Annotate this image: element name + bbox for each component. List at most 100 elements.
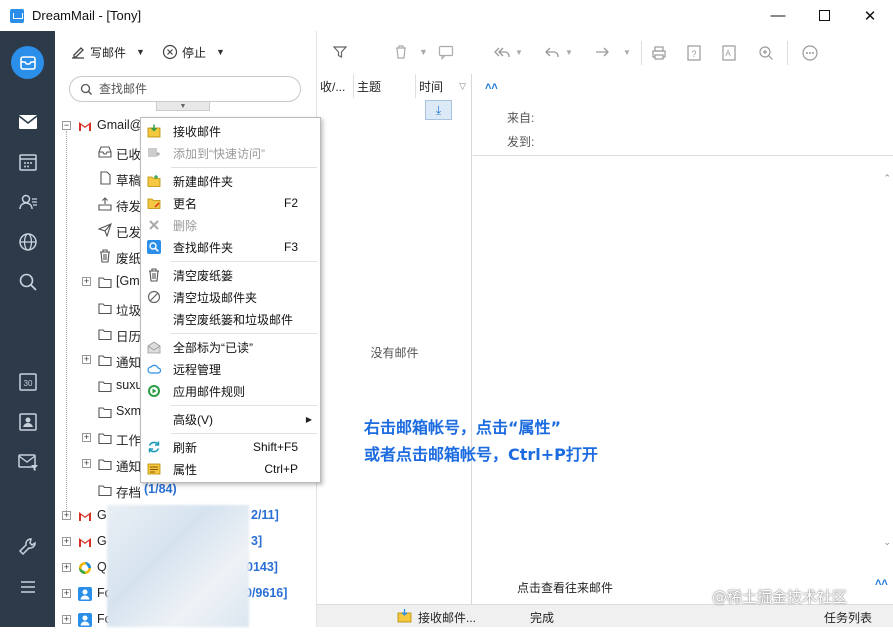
menu-empty-trash[interactable]: 清空废纸篓 — [141, 264, 320, 286]
expand-icon[interactable]: + — [62, 511, 71, 520]
folder-icon — [98, 381, 112, 393]
stop-icon — [162, 44, 178, 60]
menu-empty-spam[interactable]: 清空垃圾邮件夹 — [141, 286, 320, 308]
minimize-button[interactable]: — — [755, 0, 801, 31]
menu-new-folder[interactable]: 新建邮件夹 — [141, 170, 320, 192]
scroll-down-icon[interactable]: ⌄ — [883, 537, 891, 548]
view-source-button[interactable]: A — [718, 43, 740, 63]
menu-find-folder[interactable]: 查找邮件夹 F3 — [141, 236, 320, 258]
compose-dropdown-icon[interactable]: ▼ — [136, 47, 145, 57]
account-count: 2/11] — [251, 508, 279, 522]
to-label: 发到: — [507, 135, 535, 149]
reply-dropdown-icon[interactable]: ▼ — [565, 48, 573, 57]
collapse-icon[interactable]: − — [62, 121, 71, 130]
menu-label: 查找邮件夹 — [173, 240, 234, 255]
column-header-subject[interactable]: 主题 — [354, 74, 416, 98]
menu-rename[interactable]: 更名 F2 — [141, 192, 320, 214]
compose-button[interactable]: 写邮件 ▼ — [70, 41, 145, 63]
folder-label: [Gm — [116, 274, 140, 288]
rail-contact-card-icon[interactable] — [0, 404, 55, 440]
brand-mail-icon[interactable] — [11, 46, 44, 79]
filter-button[interactable] — [332, 41, 352, 63]
menu-separator — [171, 261, 317, 262]
menu-apply-rules[interactable]: 应用邮件规则 — [141, 380, 320, 402]
message-list[interactable]: 收/... 主题 时间 ▽ ⤓ 没有邮件 — [317, 74, 472, 604]
delete-dropdown-icon[interactable]: ▼ — [419, 47, 428, 57]
arrow-up-icon: ⤓ — [435, 102, 442, 117]
more-button[interactable] — [799, 43, 821, 63]
menu-mark-all-read[interactable]: 全部标为“已读” — [141, 336, 320, 358]
zoom-in-icon — [759, 46, 773, 60]
expand-icon[interactable]: + — [82, 433, 91, 442]
collapse-toolbar-icon[interactable]: ▼ — [156, 102, 210, 111]
print-button[interactable] — [648, 43, 670, 63]
expand-icon[interactable]: + — [62, 615, 71, 624]
menu-label: 刷新 — [173, 440, 198, 455]
folder-icon — [98, 355, 112, 367]
expand-icon[interactable]: + — [62, 563, 71, 572]
rail-calendar-icon[interactable] — [0, 144, 55, 180]
scroll-up-icon[interactable]: ⌃ — [883, 173, 891, 184]
scroll-to-top-button[interactable]: ⤓ — [425, 100, 452, 120]
help-button[interactable]: ? — [683, 43, 705, 63]
reply-all-dropdown-icon[interactable]: ▼ — [515, 48, 523, 57]
column-header-time[interactable]: 时间 ▽ — [416, 74, 472, 98]
expand-icon[interactable]: + — [82, 277, 91, 286]
folder-label: 存档 — [116, 486, 142, 500]
folder-label: 通知 — [116, 460, 142, 474]
view-conversation-link[interactable]: 点击查看往来邮件 — [517, 579, 613, 596]
menu-advanced[interactable]: 高级(V) ▶ — [141, 408, 320, 430]
rail-tools-icon[interactable] — [0, 529, 55, 565]
menu-properties[interactable]: 属性 Ctrl+P — [141, 458, 320, 480]
close-button[interactable]: ✕ — [847, 0, 893, 31]
reading-scrollbar[interactable]: ⌃ ⌄ — [879, 171, 893, 571]
menu-empty-trash-and-spam[interactable]: 清空废纸篓和垃圾邮件 — [141, 308, 320, 330]
stop-button[interactable]: 停止 ▼ — [162, 41, 225, 63]
expand-icon[interactable]: + — [62, 589, 71, 598]
tree-guide — [66, 131, 67, 511]
reply-all-button[interactable] — [491, 43, 513, 63]
forward-dropdown-icon[interactable]: ▼ — [623, 48, 631, 57]
expand-history-icon[interactable]: ˄˄ — [875, 577, 888, 589]
menu-receive-mail[interactable]: 接收邮件 — [141, 120, 320, 142]
menu-add-quick-access: 添加到“快速访问” — [141, 142, 320, 164]
account-context-menu: 接收邮件 添加到“快速访问” 新建邮件夹 更名 F2 删除 查找邮件夹 F3 清 — [140, 117, 321, 483]
menu-remote-management[interactable]: 远程管理 — [141, 358, 320, 380]
folder-label: 废纸 — [116, 252, 142, 266]
stop-dropdown-icon[interactable]: ▼ — [216, 47, 225, 57]
comment-button[interactable] — [438, 41, 458, 63]
folder-label: Sxm — [116, 404, 141, 418]
expand-icon[interactable]: + — [62, 537, 71, 546]
folder-label: 垃圾 — [116, 304, 142, 318]
expand-icon[interactable]: + — [82, 459, 91, 468]
reply-button[interactable] — [541, 43, 563, 63]
folder-icon — [98, 303, 112, 315]
rail-globe-icon[interactable] — [0, 224, 55, 260]
delete-button[interactable]: ▼ — [393, 41, 428, 63]
submenu-arrow-icon: ▶ — [305, 414, 312, 424]
rail-search-icon[interactable] — [0, 264, 55, 300]
forward-button[interactable] — [591, 43, 613, 63]
title-bar: DreamMail - [Tony] — ✕ — [0, 0, 893, 31]
collapse-header-icon[interactable]: ˄˄ — [485, 81, 498, 93]
maximize-icon — [818, 10, 830, 21]
rail-mail-icon[interactable] — [0, 104, 55, 140]
menu-separator — [171, 333, 317, 334]
menu-delete: 删除 — [141, 214, 320, 236]
maximize-button[interactable] — [801, 0, 847, 31]
task-list-button[interactable]: 任务列表 — [824, 609, 872, 626]
search-box[interactable] — [69, 76, 301, 102]
rail-calendar-30-icon[interactable]: 30 — [0, 364, 55, 400]
column-header-direction[interactable]: 收/... — [317, 74, 354, 98]
rail-contacts-icon[interactable] — [0, 184, 55, 220]
receive-mail-icon — [147, 124, 161, 138]
search-input[interactable] — [99, 82, 289, 96]
watermark: @稀土掘金技术社区 — [712, 588, 848, 606]
expand-icon[interactable]: + — [82, 355, 91, 364]
rename-icon — [147, 198, 161, 209]
menu-refresh[interactable]: 刷新 Shift+F5 — [141, 436, 320, 458]
folder-label: 日历 — [116, 330, 142, 344]
zoom-button[interactable] — [755, 43, 777, 63]
rail-mail-filter-icon[interactable] — [0, 444, 55, 480]
rail-menu-icon[interactable] — [0, 569, 55, 605]
